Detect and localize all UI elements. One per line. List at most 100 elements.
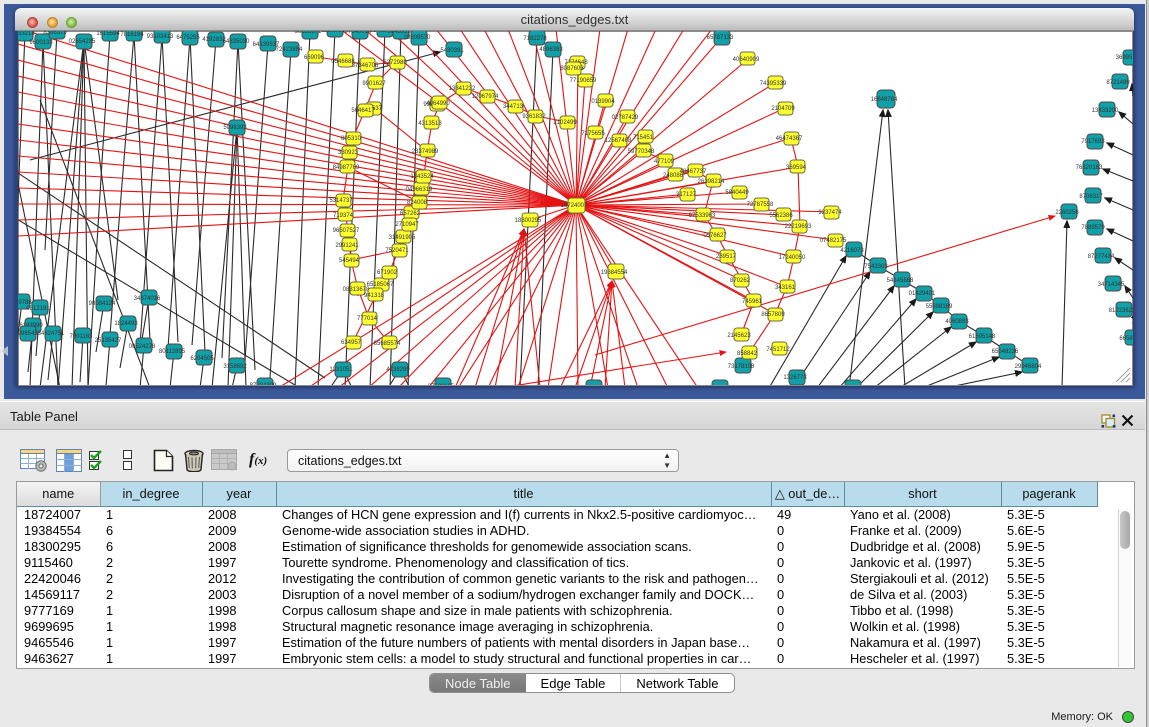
svg-text:870262: 870262 xyxy=(730,278,751,284)
svg-text:28809570: 28809570 xyxy=(404,35,431,41)
svg-text:26398214: 26398214 xyxy=(698,179,725,185)
svg-text:40640909: 40640909 xyxy=(733,57,760,63)
svg-text:13433200: 13433200 xyxy=(1092,108,1119,114)
svg-text:634957: 634957 xyxy=(341,340,362,346)
svg-text:34874016: 34874016 xyxy=(134,296,161,302)
svg-text:7991183: 7991183 xyxy=(70,334,94,340)
svg-text:4313518: 4313518 xyxy=(418,121,442,127)
svg-text:72423884: 72423884 xyxy=(276,47,303,53)
svg-text:04966319: 04966319 xyxy=(406,187,433,193)
svg-text:1031051: 1031051 xyxy=(329,367,353,373)
svg-text:46474367: 46474367 xyxy=(776,136,803,142)
svg-text:8087603: 8087603 xyxy=(560,66,584,72)
svg-text:7889579: 7889579 xyxy=(1081,225,1105,231)
svg-text:29946804: 29946804 xyxy=(1015,364,1042,370)
svg-text:4060883: 4060883 xyxy=(945,319,969,325)
svg-text:7175655: 7175655 xyxy=(581,131,605,137)
svg-text:6204505: 6204505 xyxy=(190,356,214,362)
svg-text:745961: 745961 xyxy=(742,299,763,305)
svg-text:65648236: 65648236 xyxy=(992,349,1019,355)
svg-text:87277434: 87277434 xyxy=(1088,254,1115,260)
svg-text:369594: 369594 xyxy=(786,165,807,171)
svg-text:5840449: 5840449 xyxy=(725,190,749,196)
svg-text:2991241: 2991241 xyxy=(335,243,359,249)
svg-text:81223623: 81223623 xyxy=(1109,308,1133,314)
svg-text:93103413: 93103413 xyxy=(147,34,174,40)
svg-text:6658760: 6658760 xyxy=(1119,336,1133,342)
svg-text:7816184: 7816184 xyxy=(120,32,144,38)
svg-text:719374: 719374 xyxy=(333,213,354,219)
svg-text:344713: 344713 xyxy=(503,104,524,110)
svg-text:0812191: 0812191 xyxy=(26,306,50,312)
svg-text:8386379: 8386379 xyxy=(43,31,67,36)
svg-text:9361832: 9361832 xyxy=(522,114,546,120)
svg-text:5646417: 5646417 xyxy=(351,108,375,114)
svg-text:96507527: 96507527 xyxy=(333,228,360,234)
svg-text:5098393: 5098393 xyxy=(223,125,247,131)
svg-text:19384554: 19384554 xyxy=(601,270,628,276)
svg-text:8721489: 8721489 xyxy=(1106,80,1130,86)
svg-text:25135427: 25135427 xyxy=(95,338,122,344)
svg-text:9600133: 9600133 xyxy=(29,40,53,46)
svg-text:9901627: 9901627 xyxy=(362,81,386,87)
svg-text:36995777: 36995777 xyxy=(1116,55,1133,61)
svg-text:6998543: 6998543 xyxy=(18,331,38,337)
svg-text:37346706: 37346706 xyxy=(352,63,379,69)
svg-text:0139904: 0139904 xyxy=(591,99,615,105)
svg-text:67533963: 67533963 xyxy=(689,213,716,219)
svg-text:00524278: 00524278 xyxy=(129,344,156,350)
svg-text:671902: 671902 xyxy=(377,270,398,276)
svg-text:34624751: 34624751 xyxy=(38,331,65,337)
svg-text:23374989: 23374989 xyxy=(412,149,439,155)
svg-text:1326773: 1326773 xyxy=(783,375,807,381)
svg-text:77190659: 77190659 xyxy=(570,78,597,84)
svg-text:76320163: 76320163 xyxy=(1076,165,1103,171)
svg-text:02654235: 02654235 xyxy=(69,39,96,45)
svg-text:07482175: 07482175 xyxy=(820,238,847,244)
svg-text:1343524: 1343524 xyxy=(410,174,434,180)
svg-text:85685574: 85685574 xyxy=(374,341,401,347)
svg-text:941318: 941318 xyxy=(364,293,385,299)
svg-text:98084124: 98084124 xyxy=(89,301,116,307)
svg-text:2102499: 2102499 xyxy=(553,120,577,126)
svg-text:7520471: 7520471 xyxy=(385,248,409,254)
svg-text:18724007: 18724007 xyxy=(561,203,588,209)
svg-text:1615594: 1615594 xyxy=(96,31,120,37)
svg-text:8708317: 8708317 xyxy=(1079,194,1103,200)
svg-text:330923: 330923 xyxy=(338,150,359,156)
svg-text:74395339: 74395339 xyxy=(760,81,787,87)
svg-text:7917693: 7917693 xyxy=(1081,139,1105,145)
svg-text:16648784: 16648784 xyxy=(871,97,898,103)
svg-text:59770348: 59770348 xyxy=(628,149,655,155)
svg-text:61595148: 61595148 xyxy=(969,334,996,340)
svg-text:2260256: 2260256 xyxy=(1055,210,1079,216)
svg-text:55698169: 55698169 xyxy=(926,304,953,310)
svg-text:2104709: 2104709 xyxy=(771,106,795,112)
svg-text:34714345: 34714345 xyxy=(1098,282,1125,288)
svg-text:73178108: 73178108 xyxy=(728,364,755,370)
svg-text:824008: 824008 xyxy=(407,200,428,206)
svg-text:13341232: 13341232 xyxy=(449,86,476,92)
svg-text:9237474: 9237474 xyxy=(818,210,842,216)
svg-text:80112805: 80112805 xyxy=(159,349,186,355)
svg-text:48467737: 48467737 xyxy=(680,169,707,175)
svg-text:65787133: 65787133 xyxy=(707,35,734,41)
svg-text:84987769: 84987769 xyxy=(333,165,360,171)
svg-text:65185067: 65185067 xyxy=(367,282,394,288)
svg-text:4216073: 4216073 xyxy=(840,248,864,254)
svg-text:96532871: 96532871 xyxy=(295,31,322,35)
svg-text:12067974: 12067974 xyxy=(472,94,499,100)
svg-text:715451: 715451 xyxy=(633,135,654,141)
svg-text:4738299: 4738299 xyxy=(386,367,410,373)
svg-text:805310: 805310 xyxy=(341,136,362,142)
svg-text:477109: 477109 xyxy=(654,159,675,165)
svg-text:22219693: 22219693 xyxy=(785,224,812,230)
svg-text:4964990: 4964990 xyxy=(426,101,450,107)
svg-text:5314737: 5314737 xyxy=(329,198,353,204)
svg-text:343161: 343161 xyxy=(775,285,796,291)
svg-text:5562386: 5562386 xyxy=(769,213,793,219)
svg-text:3158692: 3158692 xyxy=(223,364,247,370)
svg-text:87234309: 87234309 xyxy=(250,383,277,385)
svg-text:7543303: 7543303 xyxy=(864,264,888,270)
svg-text:7451712: 7451712 xyxy=(766,347,790,353)
